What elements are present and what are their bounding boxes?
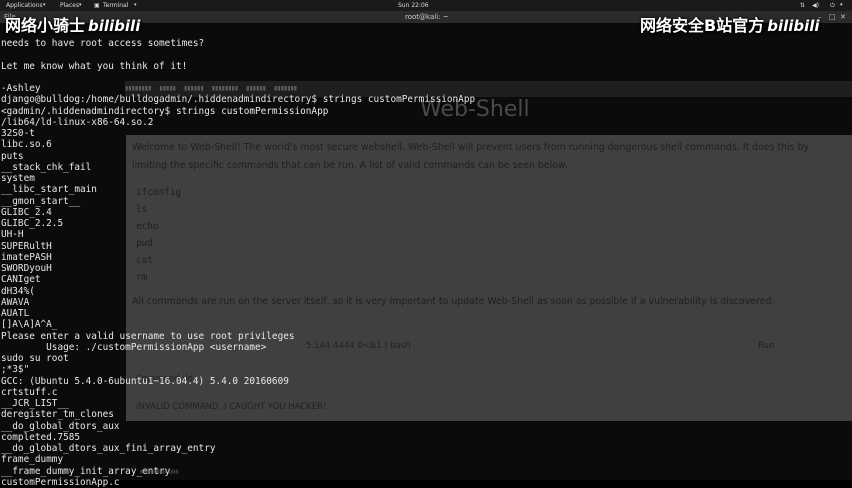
terminal-line: SWORDyouH (1, 263, 52, 274)
terminal-line: Usage: ./customPermissionApp <username> (1, 341, 267, 353)
watermark-right-text: 网络安全B站官方 (640, 16, 765, 35)
network-icon[interactable]: ⇅ (800, 0, 805, 11)
terminal-line: crtstuff.c (1, 386, 58, 398)
terminal-line: __do_global_dtors_aux (1, 420, 120, 432)
watermark-left: 网络小骑士 bilibili (5, 15, 140, 37)
chevron-down-icon: ▾ (43, 2, 46, 8)
terminal-line: completed.7585 (1, 431, 81, 443)
terminal-line: ;*3$" (1, 364, 30, 376)
terminal-line: __JCR_LIST__ (1, 398, 69, 409)
terminal-line: AUATL (1, 308, 30, 319)
chevron-down-icon: ▾ (79, 2, 82, 8)
terminal-line: Please enter a valid username to use roo… (1, 330, 295, 342)
terminal-line: /lib64/ld-linux-x86-64.so.2 (1, 116, 154, 128)
top-panel: Applications ▾ Places ▾ ▣ Terminal ▾ Sun… (0, 0, 852, 11)
terminal-line: GLIBC_2.2.5 (1, 218, 64, 229)
terminal-line: GLIBC_2.4 (1, 206, 52, 218)
watermark-left-text: 网络小骑士 (5, 16, 86, 35)
chevron-down-icon: ▾ (134, 2, 137, 8)
volume-icon[interactable]: ◀) (812, 0, 819, 11)
terminal-line: GCC: (Ubuntu 5.4.0-6ubuntu1~16.04.4) 5.4… (1, 375, 289, 387)
terminal-line: libc.so.6 (1, 139, 52, 151)
terminal-line: django@bulldog:/home/bulldogadmin/.hidde… (1, 94, 476, 106)
chevron-down-icon: ▾ (840, 2, 843, 8)
terminal-line: puts (1, 150, 24, 162)
clock[interactable]: Sun 22:06 (398, 0, 429, 11)
terminal-menu[interactable]: Terminal (103, 0, 128, 11)
terminal-line: __stack_chk_fail (1, 161, 92, 173)
terminal-line: Let me know what you think of it! (1, 60, 188, 72)
terminal-line: __gmon_start__ (1, 195, 81, 207)
maximize-icon[interactable]: □ (829, 11, 836, 23)
terminal-line: customPermissionApp.c (1, 476, 120, 488)
terminal-line: AWAVA (1, 296, 30, 308)
terminal-line: system (1, 173, 35, 184)
window-title: root@kali: ~ (405, 13, 449, 21)
terminal-line: dH34%( (1, 285, 35, 297)
terminal-line: __do_global_dtors_aux_fini_array_entry (1, 443, 216, 454)
terminal-line: SUPERultH (1, 240, 52, 252)
close-icon[interactable]: ✕ (840, 11, 846, 23)
terminal-line: __frame_dummy_init_array_entry (1, 465, 171, 477)
terminal-line: -Ashley (1, 83, 41, 94)
applications-menu[interactable]: Applications (6, 0, 43, 11)
power-icon[interactable]: ⏻ (830, 0, 835, 11)
bilibili-logo: bilibili (88, 17, 141, 35)
terminal-line: CANIget (1, 274, 41, 286)
terminal-line: frame_dummy (1, 454, 64, 466)
terminal-line: needs to have root access sometimes? (1, 38, 205, 49)
terminal-line: UH-H (1, 229, 24, 241)
terminal-output[interactable]: needs to have root access sometimes? Let … (1, 38, 851, 488)
terminal-line: sudo su root (1, 353, 69, 364)
status-bar: ▮▮▮▮▮▮▮▮▮▮▮▮▮▮ (140, 469, 179, 475)
terminal-line: []A\A]A^A_ (1, 319, 58, 331)
watermark-right: 网络安全B站官方 bilibili (640, 15, 820, 37)
terminal-line: __libc_start_main (1, 184, 97, 196)
terminal-line: deregister_tm_clones (1, 409, 114, 421)
terminal-line: <gadmin/.hiddenadmindirectory$ strings c… (1, 105, 329, 117)
places-menu[interactable]: Places (60, 0, 79, 11)
terminal-line: 32S0-t (1, 128, 35, 139)
terminal-icon: ▣ (94, 2, 100, 9)
bilibili-logo: bilibili (767, 17, 820, 35)
terminal-line: imatePASH (1, 251, 52, 263)
terminal-window[interactable]: File root@kali: ~ – □ ✕ ▮▮▮▮▮▮▮▮ ▮▮▮▮▮ ▮▮▮… (0, 11, 852, 488)
